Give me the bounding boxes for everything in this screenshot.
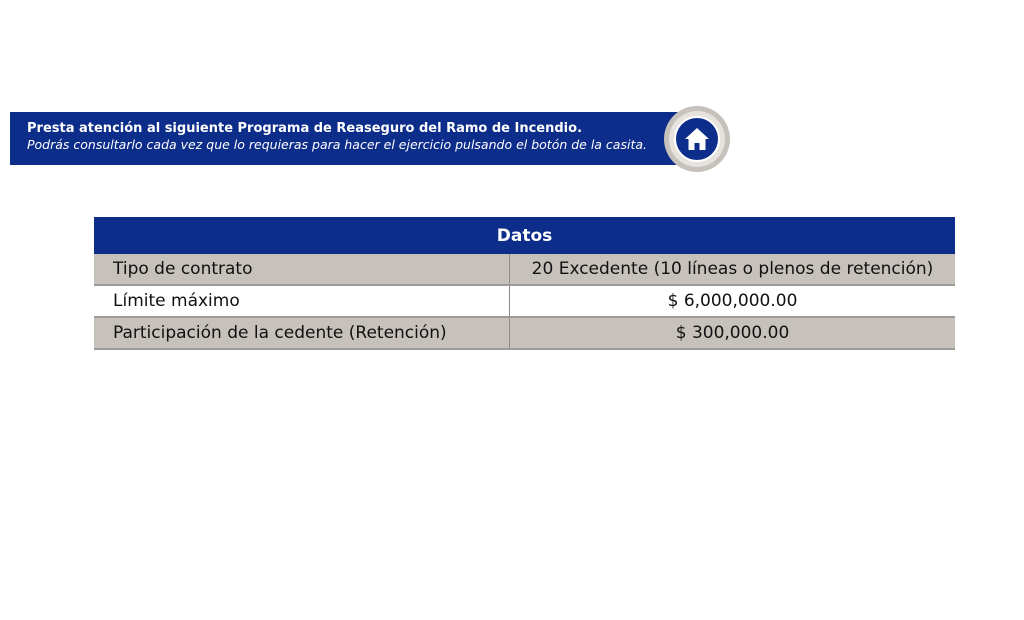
row-value: $ 300,000.00 — [509, 317, 955, 350]
table-header-row: Datos — [94, 217, 955, 254]
table-row: Tipo de contrato 20 Excedente (10 líneas… — [94, 254, 955, 286]
home-icon — [685, 128, 709, 150]
banner-title: Presta atención al siguiente Programa de… — [27, 121, 583, 136]
row-label: Tipo de contrato — [94, 254, 510, 286]
table-row: Participación de la cedente (Retención) … — [94, 317, 955, 350]
row-value: $ 6,000,000.00 — [509, 285, 955, 318]
home-button-ring — [664, 106, 730, 172]
banner-subtitle: Podrás consultarlo cada vez que lo requi… — [27, 137, 647, 152]
home-button-ring-inner — [669, 111, 725, 167]
instruction-banner: Presta atención al siguiente Programa de… — [10, 112, 702, 165]
table-row: Límite máximo $ 6,000,000.00 — [94, 285, 955, 318]
data-table: Datos Tipo de contrato 20 Excedente (10 … — [94, 217, 955, 350]
row-value: 20 Excedente (10 líneas o plenos de rete… — [509, 254, 955, 286]
table-header: Datos — [94, 217, 955, 254]
row-label: Participación de la cedente (Retención) — [94, 317, 510, 350]
home-button[interactable] — [674, 116, 720, 162]
row-label: Límite máximo — [94, 285, 510, 318]
